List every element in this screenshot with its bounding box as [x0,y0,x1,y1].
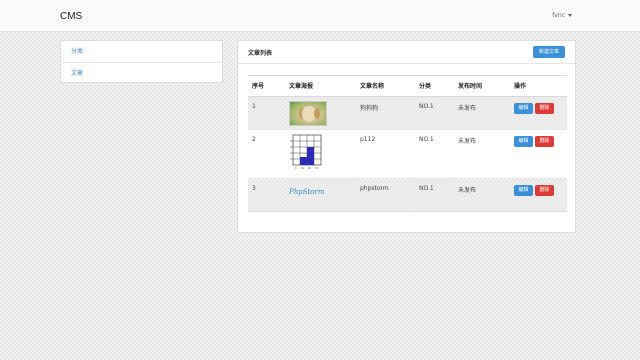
username: fvnc [552,12,565,19]
edit-button[interactable]: 编辑 [514,135,533,147]
column-header-category: 分类 [415,76,454,97]
delete-button[interactable]: 删除 [535,102,554,114]
svg-text:40: 40 [290,140,294,143]
caret-down-icon [568,14,572,17]
actions-cell: 编辑 删除 [510,128,567,178]
svg-text:10: 10 [301,167,305,170]
table-row: 2 40 30 20 10 0 10 20 30 p112 NO.1 未发布 编… [248,128,567,178]
article-name: phpstorm [356,177,415,211]
svg-text:20: 20 [308,167,312,170]
poster-cell [285,95,356,129]
article-category: NO.1 [415,95,454,129]
sidebar: 分类 文章 [60,40,223,83]
actions-cell: 编辑 删除 [510,95,567,129]
panel-header: 文章列表 新建文章 [238,41,575,64]
new-article-button[interactable]: 新建文章 [533,46,565,58]
phpstorm-logo: PhpStorm [289,187,325,196]
poster-cell: PhpStorm [285,177,356,211]
column-header-actions: 操作 [510,76,567,97]
article-category: NO.1 [415,128,454,178]
table-row: 3 PhpStorm phpstorm NO.1 未发布 编辑 删除 [248,177,567,211]
row-index: 2 [248,128,285,178]
delete-button[interactable]: 删除 [535,135,554,147]
publish-status: 未发布 [454,95,510,129]
dog-photo-image [289,100,327,126]
sidebar-item-articles[interactable]: 文章 [61,62,222,83]
article-table: 序号 文章海报 文章名称 分类 发布时间 操作 1 狗狗狗 NO.1 未发布 编… [248,75,567,212]
delete-button[interactable]: 删除 [535,184,554,196]
top-navbar: CMS fvnc [0,0,640,32]
table-header-row: 序号 文章海报 文章名称 分类 发布时间 操作 [248,76,567,97]
column-header-poster: 文章海报 [285,76,356,97]
svg-text:10: 10 [290,158,294,161]
panel-title: 文章列表 [248,49,273,57]
svg-text:0: 0 [295,167,297,170]
row-index: 3 [248,177,285,211]
column-header-name: 文章名称 [356,76,415,97]
table-row: 1 狗狗狗 NO.1 未发布 编辑 删除 [248,95,567,129]
svg-text:20: 20 [290,152,294,155]
edit-button[interactable]: 编辑 [514,184,533,196]
svg-text:30: 30 [290,146,294,149]
row-index: 1 [248,95,285,129]
bar-chart-thumbnail-icon: 4030 2010 0 10 20 30 [290,134,322,170]
article-list-panel: 文章列表 新建文章 序号 文章海报 文章名称 分类 发布时间 操作 1 狗狗狗 … [237,40,576,233]
column-header-publish-time: 发布时间 [454,76,510,97]
article-name: 狗狗狗 [356,95,415,129]
publish-status: 未发布 [454,177,510,211]
bar-chart-image: 40 30 20 10 0 10 20 30 [289,133,356,171]
edit-button[interactable]: 编辑 [514,102,533,114]
column-header-index: 序号 [248,76,285,97]
article-name: p112 [356,128,415,178]
article-category: NO.1 [415,177,454,211]
actions-cell: 编辑 删除 [510,177,567,211]
sidebar-item-category[interactable]: 分类 [61,41,222,62]
user-dropdown[interactable]: fvnc [552,12,572,19]
poster-cell: 40 30 20 10 0 10 20 30 [285,128,356,178]
publish-status: 未发布 [454,128,510,178]
svg-text:30: 30 [315,167,319,170]
brand-logo[interactable]: CMS [60,11,82,22]
dog-ear-right [314,107,320,119]
